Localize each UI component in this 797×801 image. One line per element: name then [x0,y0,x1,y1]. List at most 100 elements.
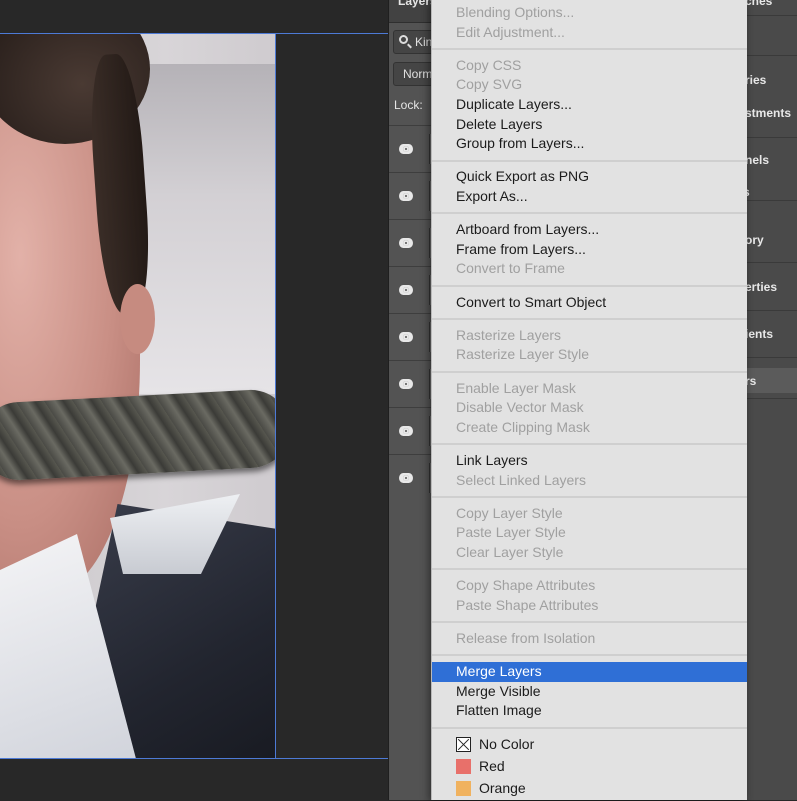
eye-icon[interactable] [399,379,413,389]
rope-image [0,387,275,483]
menu-item-label: Copy Layer Style [456,504,563,521]
menu-item-copy-svg: Copy SVG [432,75,747,95]
dock-item[interactable]: stments [745,106,791,120]
menu-item-label: Group from Layers... [456,135,585,152]
menu-item-red[interactable]: Red [432,757,747,779]
dock-item[interactable]: ory [745,233,764,247]
dock-separator [747,137,797,138]
menu-item-label: Delete Layers [456,115,543,132]
menu-item-label: Merge Layers [456,663,542,680]
menu-item-label: Quick Export as PNG [456,168,590,185]
menu-item-create-clipping-mask: Create Clipping Mask [432,418,747,438]
dock-item[interactable]: nels [745,153,769,167]
dock-item[interactable]: ients [745,327,773,341]
menu-item-no-color[interactable]: No Color [432,735,747,757]
menu-item-label: Copy Shape Attributes [456,577,596,594]
menu-item-label: Select Linked Layers [456,471,586,488]
menu-item-label: Artboard from Layers... [456,221,600,238]
blend-mode-value: Norm [403,67,433,81]
menu-item-label: No Color [479,735,535,752]
menu-item-label: Edit Adjustment... [456,23,565,40]
layers-context-menu: Blending Options... Edit Adjustment... Cop… [431,0,747,800]
menu-separator [432,284,747,287]
menu-separator [432,654,747,657]
menu-item-release-from-isolation: Release from Isolation [432,629,747,649]
menu-item-merge-visible[interactable]: Merge Visible [432,682,747,702]
menu-item-label: Orange [479,779,526,796]
menu-item-copy-shape-attributes: Copy Shape Attributes [432,576,747,596]
menu-item-label: Merge Visible [456,682,541,699]
dock-item[interactable]: ches [745,0,772,8]
menu-item-select-linked-layers: Select Linked Layers [432,471,747,491]
layer-filter-text: Kin [415,35,433,49]
menu-item-artboard-from-layers[interactable]: Artboard from Layers... [432,220,747,240]
dock-separator [747,398,797,399]
menu-item-disable-vector-mask: Disable Vector Mask [432,398,747,418]
dock-item[interactable]: erties [745,280,777,294]
menu-item-frame-from-layers[interactable]: Frame from Layers... [432,240,747,260]
eye-icon[interactable] [399,332,413,342]
eye-icon[interactable] [399,191,413,201]
menu-item-copy-css: Copy CSS [432,56,747,76]
color-swatch [456,780,471,796]
menu-separator [432,621,747,624]
menu-item-link-layers[interactable]: Link Layers [432,451,747,471]
color-swatch [456,758,471,774]
menu-separator [432,726,747,729]
menu-item-label: Release from Isolation [456,630,596,646]
menu-item-delete-layers[interactable]: Delete Layers [432,115,747,135]
menu-item-label: Convert to Smart Object [456,293,607,310]
menu-item-label: Clear Layer Style [456,544,564,560]
menu-item-quick-export-as-png[interactable]: Quick Export as PNG [432,167,747,187]
canvas-photo [0,34,275,758]
menu-item-label: Link Layers [456,452,528,468]
menu-item-duplicate-layers[interactable]: Duplicate Layers... [432,95,747,115]
menu-item-label: Create Clipping Mask [456,418,590,435]
dock-separator [747,15,797,16]
eye-icon[interactable] [399,426,413,436]
menu-item-label: Blending Options... [456,4,575,20]
dock-separator [747,357,797,358]
dock-separator [747,200,797,201]
menu-item-convert-to-frame: Convert to Frame [432,259,747,279]
menu-separator [432,159,747,162]
menu-separator [432,370,747,373]
dock-separator [747,262,797,263]
menu-item-paste-layer-style: Paste Layer Style [432,523,747,543]
menu-item-export-as[interactable]: Export As... [432,187,747,207]
eye-icon[interactable] [399,144,413,154]
menu-separator [432,212,747,215]
menu-separator [432,568,747,571]
artboard-guide-right [275,34,276,758]
menu-item-label: Export As... [456,188,528,204]
menu-separator [432,318,747,320]
eye-icon[interactable] [399,238,413,248]
menu-item-label: Convert to Frame [456,260,565,277]
menu-item-label: Frame from Layers... [456,240,586,257]
menu-item-group-from-layers[interactable]: Group from Layers... [432,134,747,154]
menu-separator [432,443,747,446]
menu-item-merge-layers[interactable]: Merge Layers [432,662,747,682]
menu-item-label: Red [479,757,505,774]
menu-item-orange[interactable]: Orange [432,779,747,801]
menu-item-convert-to-smart-object[interactable]: Convert to Smart Object [432,293,747,313]
menu-item-label: Duplicate Layers... [456,96,572,112]
dock-separator [747,55,797,56]
menu-item-enable-layer-mask: Enable Layer Mask [432,379,747,399]
menu-item-label: Flatten Image [456,702,542,719]
menu-item-blending-options: Blending Options... [432,3,747,23]
menu-item-paste-shape-attributes: Paste Shape Attributes [432,596,747,616]
menu-item-label: Rasterize Layers [456,326,562,343]
document-canvas[interactable] [0,0,388,800]
panel-dock: chesriesstmentsnelssoryertiesientsrs [743,0,797,800]
dock-item[interactable]: ries [745,73,766,87]
eye-icon[interactable] [399,285,413,295]
menu-item-label: Disable Vector Mask [456,399,584,416]
no-color-icon [456,736,471,752]
lock-label: Lock: [394,98,423,112]
dock-separator [747,310,797,311]
menu-item-flatten-image[interactable]: Flatten Image [432,701,747,721]
menu-item-rasterize-layer-style: Rasterize Layer Style [432,345,747,365]
menu-separator [432,496,747,498]
eye-icon[interactable] [399,473,413,483]
